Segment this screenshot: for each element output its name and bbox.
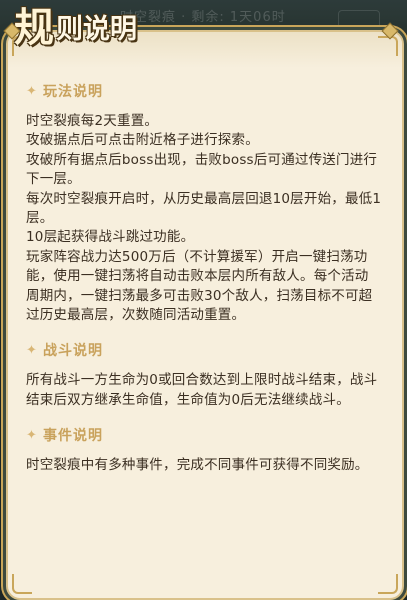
corner-ornament [378, 36, 398, 56]
rule-line: 攻破所有据点后boss出现，击败boss后可通过传送门进行下一层。 [26, 151, 378, 188]
rule-line: 所有战斗一方生命为0或回合数达到上限时战斗结束，战斗结束后双方继承生命值，生命值… [26, 372, 378, 408]
rule-line: 时空裂痕中有多种事件，完成不同事件可获得不同奖励。 [26, 457, 369, 474]
section-title: 战斗说明 [43, 343, 103, 360]
section-title: 事件说明 [43, 428, 103, 445]
page-title: 规 则说明 [14, 2, 137, 50]
rule-line: 玩家阵容战力达500万后（不计算援军）开启一键扫荡功能，使用一键扫荡将自动击败本… [26, 248, 373, 324]
section-heading-combat: ✦ 战斗说明 [26, 339, 382, 361]
title-rest: 则说明 [56, 14, 137, 45]
section-body-events: 时空裂痕中有多种事件，完成不同事件可获得不同奖励。 [26, 456, 382, 475]
title-first-char: 规 [14, 4, 54, 51]
sparkle-icon: ✦ [26, 83, 37, 99]
rule-line: 每次时空裂痕开启时，从历史最高层回退10层开始，最低1层。 [26, 190, 382, 227]
section-body-gameplay: 时空裂痕每2天重置。 攻破据点后可点击附近格子进行探索。 攻破所有据点后boss… [26, 112, 382, 325]
rule-line: 攻破据点后可点击附近格子进行探索。 [26, 132, 259, 149]
section-heading-events: ✦ 事件说明 [26, 424, 382, 446]
sparkle-icon: ✦ [26, 342, 37, 358]
corner-ornament [12, 574, 32, 594]
section-title: 玩法说明 [43, 84, 103, 100]
section-body-combat: 所有战斗一方生命为0或回合数达到上限时战斗结束，战斗结束后双方继承生命值，生命值… [26, 371, 382, 410]
sparkle-icon: ✦ [26, 427, 37, 443]
rule-line: 10层起获得战斗跳过功能。 [26, 229, 195, 246]
background-ghost-text: 时空裂痕 · 剩余: 1天06时 [120, 10, 286, 25]
corner-ornament [378, 574, 398, 594]
rules-content: ✦ 玩法说明 时空裂痕每2天重置。 攻破据点后可点击附近格子进行探索。 攻破所有… [26, 80, 382, 476]
rule-line: 时空裂痕每2天重置。 [26, 113, 159, 129]
section-heading-gameplay: ✦ 玩法说明 [26, 80, 382, 102]
